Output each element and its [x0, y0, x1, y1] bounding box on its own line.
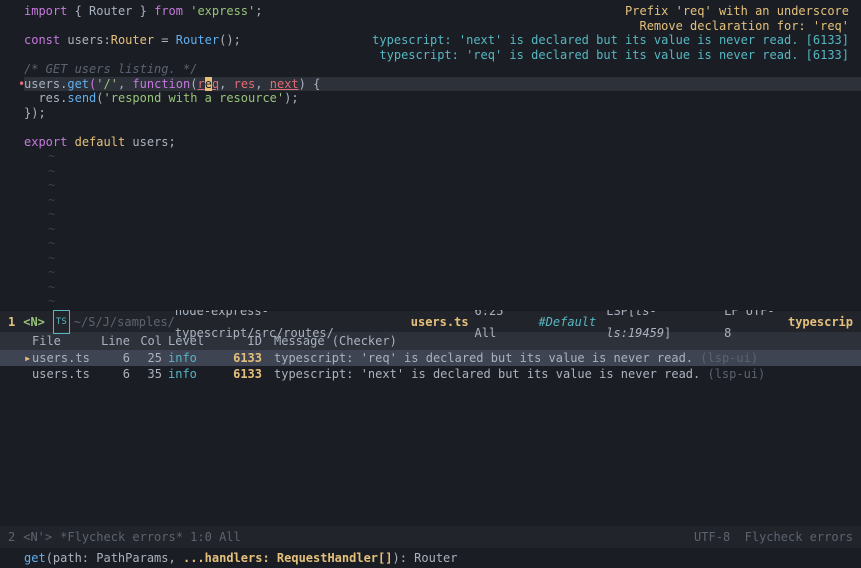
- code-lines[interactable]: import { Router } from 'express'; const …: [0, 4, 861, 309]
- sig-active-param: ...handlers: RequestHandler[]: [183, 551, 393, 565]
- error-row[interactable]: users.ts 6 35 info 6133 typescript: 'nex…: [0, 366, 861, 382]
- editor-pane[interactable]: Prefix 'req' with an underscore Remove d…: [0, 0, 861, 310]
- row-indicator-icon: ▸: [24, 350, 32, 366]
- breakpoint-dot-icon: •: [18, 77, 25, 92]
- err-col: 35: [130, 366, 162, 382]
- code-line-10[interactable]: export default users;: [24, 135, 861, 150]
- persp-name[interactable]: #Default: [538, 311, 596, 333]
- path-prefix: ~/S/J/samples/: [74, 311, 175, 333]
- err-line: 6: [98, 366, 130, 382]
- err-message: typescript: 'req' is declared but its va…: [262, 350, 758, 366]
- empty-line-tilde: ~: [24, 265, 861, 280]
- col-col: Col: [130, 332, 162, 350]
- empty-line-tilde: ~: [24, 236, 861, 251]
- empty-line-tilde: ~: [24, 251, 861, 266]
- err-col: 25: [130, 350, 162, 366]
- window-number: 1: [8, 311, 15, 333]
- err-file: users.ts: [32, 350, 98, 366]
- window-number: 2: [8, 526, 15, 548]
- typescript-icon: TS: [53, 310, 70, 334]
- minibuffer-eldoc: get(path: PathParams, ...handlers: Reque…: [0, 548, 861, 568]
- empty-line-tilde: ~: [24, 149, 861, 164]
- evil-state-indicator: <N>: [23, 311, 45, 333]
- code-line-1[interactable]: import { Router } from 'express';: [24, 4, 861, 19]
- modeline-editor[interactable]: 1 <N> TS ~/S/J/samples/node-express-type…: [0, 310, 861, 332]
- evil-state-indicator: <N'>: [23, 526, 52, 548]
- code-line-3[interactable]: const users:Router = Router();: [24, 33, 861, 48]
- flycheck-errors-pane[interactable]: ▸ users.ts 6 25 info 6133 typescript: 'r…: [0, 350, 861, 526]
- col-line: Line: [98, 332, 130, 350]
- buffer-name[interactable]: users.ts: [411, 311, 469, 333]
- err-file: users.ts: [32, 366, 98, 382]
- modeline-right: UTF-8 Flycheck errors: [694, 526, 853, 548]
- code-line-8[interactable]: });: [24, 106, 861, 121]
- major-mode[interactable]: typescrip: [788, 311, 853, 333]
- error-row-selected[interactable]: ▸ users.ts 6 25 info 6133 typescript: 'r…: [0, 350, 861, 366]
- text-cursor: e: [205, 77, 212, 91]
- buffer-name[interactable]: *Flycheck errors* 1:0 All: [60, 526, 241, 548]
- empty-line-tilde: ~: [24, 193, 861, 208]
- err-level: info: [162, 366, 212, 382]
- col-level: Level: [162, 332, 212, 350]
- err-line: 6: [98, 350, 130, 366]
- code-line-4[interactable]: [24, 48, 861, 63]
- col-id: ID: [212, 332, 262, 350]
- modeline-errors[interactable]: 2 <N'> *Flycheck errors* 1:0 All UTF-8 F…: [0, 526, 861, 548]
- err-id: 6133: [212, 350, 262, 366]
- col-file: File: [32, 332, 98, 350]
- code-line-5[interactable]: /* GET users listing. */: [24, 62, 861, 77]
- code-line-6-current[interactable]: •users.get('/', function(req, res, next)…: [24, 77, 861, 92]
- empty-line-tilde: ~: [24, 222, 861, 237]
- err-message: typescript: 'next' is declared but its v…: [262, 366, 765, 382]
- err-id: 6133: [212, 366, 262, 382]
- empty-line-tilde: ~: [24, 178, 861, 193]
- col-message: Message (Checker): [262, 332, 397, 350]
- code-line-2[interactable]: [24, 19, 861, 34]
- empty-line-tilde: ~: [24, 294, 861, 309]
- empty-line-tilde: ~: [24, 164, 861, 179]
- empty-line-tilde: ~: [24, 280, 861, 295]
- empty-line-tilde: ~: [24, 207, 861, 222]
- code-line-9[interactable]: [24, 120, 861, 135]
- err-level: info: [162, 350, 212, 366]
- code-line-7[interactable]: res.send('respond with a resource');: [24, 91, 861, 106]
- sig-fn-name: get: [24, 551, 46, 565]
